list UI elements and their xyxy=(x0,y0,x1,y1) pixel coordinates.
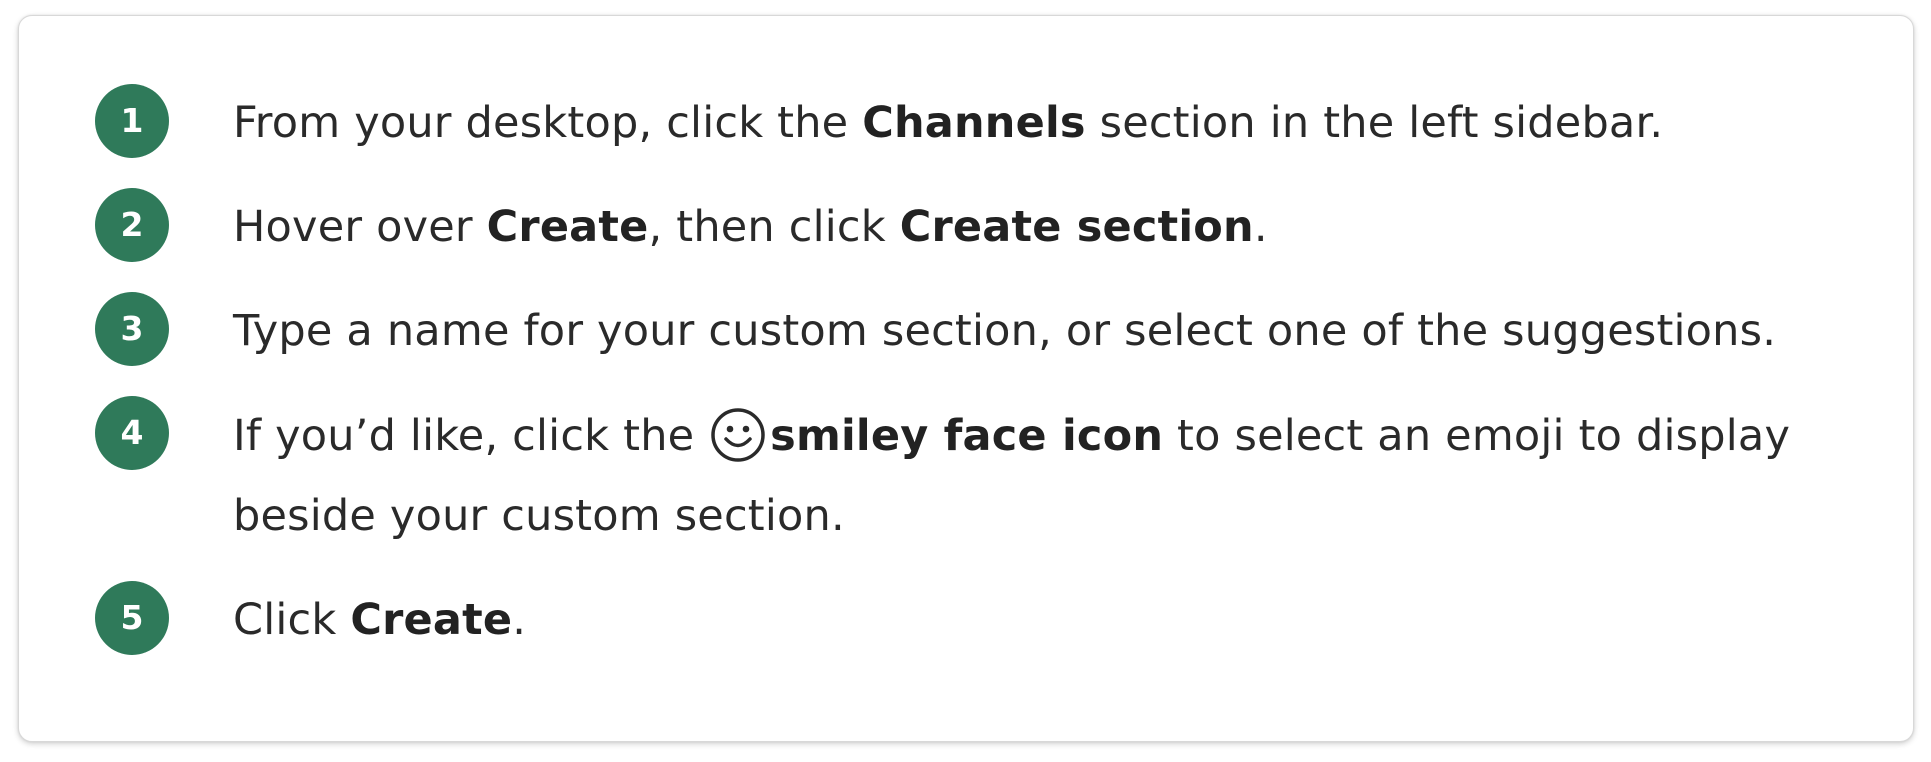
step-number-badge: 3 xyxy=(95,292,169,366)
step-number-badge: 2 xyxy=(95,188,169,262)
step-text: If you’d like, click the smiley face ico… xyxy=(233,396,1873,556)
step-text-segment: If you’d like, click the xyxy=(233,411,709,461)
step-number-badge: 4 xyxy=(95,396,169,470)
smiley-face-icon xyxy=(710,407,766,463)
step-bold-term: Create xyxy=(486,202,649,252)
step-text-segment: , then click xyxy=(648,202,900,252)
step-text: From your desktop, click the Channels se… xyxy=(233,84,1873,162)
step-text-segment: . xyxy=(1253,202,1268,252)
step-text-segment: Click xyxy=(233,595,351,645)
step-text: Hover over Create, then click Create sec… xyxy=(233,188,1873,266)
step-number-badge: 5 xyxy=(95,581,169,655)
step-text-segment: section in the left sidebar. xyxy=(1085,98,1664,148)
steps-list: 1 From your desktop, click the Channels … xyxy=(19,16,1913,741)
step-bold-term: Create xyxy=(350,595,513,645)
step-number-badge: 1 xyxy=(95,84,169,158)
instructions-card: 1 From your desktop, click the Channels … xyxy=(18,15,1914,742)
step-text: Type a name for your custom section, or … xyxy=(233,292,1873,370)
step-bold-term: Channels xyxy=(862,98,1086,148)
step-text: Click Create. xyxy=(233,581,1873,659)
step-text-segment: From your desktop, click the xyxy=(233,98,863,148)
step-text-segment: Type a name for your custom section, or … xyxy=(233,306,1777,356)
step-text-segment: . xyxy=(512,595,527,645)
step-bold-term: smiley face icon xyxy=(770,411,1164,461)
step-bold-term: Create section xyxy=(899,202,1254,252)
step-text-segment: Hover over xyxy=(233,202,487,252)
